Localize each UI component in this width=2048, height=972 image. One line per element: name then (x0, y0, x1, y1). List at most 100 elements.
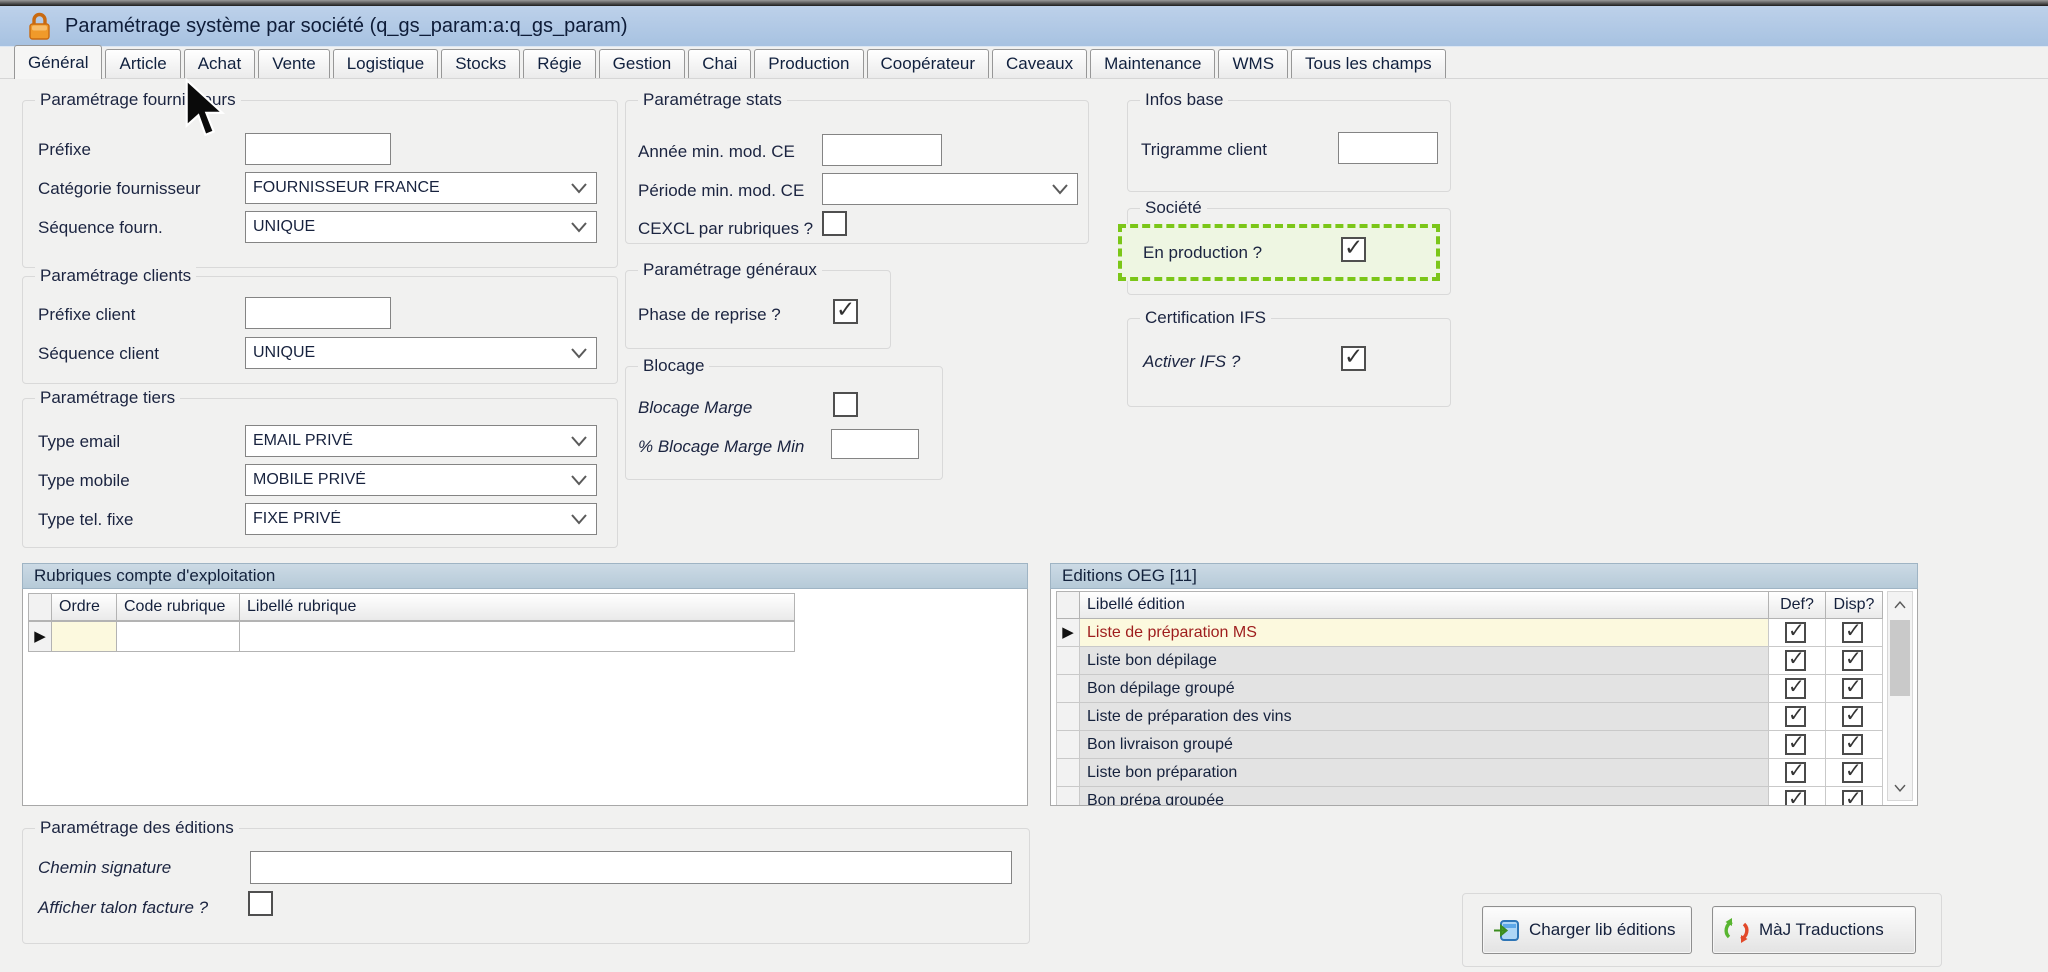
table-row[interactable]: Bon livraison groupé (1057, 731, 1883, 759)
disp-checkbox[interactable] (1842, 734, 1863, 755)
disp-checkbox[interactable] (1842, 706, 1863, 727)
tab-tous-les-champs[interactable]: Tous les champs (1291, 49, 1446, 78)
type-tel-fixe-label: Type tel. fixe (38, 510, 133, 530)
tab-regie[interactable]: Régie (523, 49, 595, 78)
column-header[interactable]: Libellé rubrique (239, 593, 795, 621)
type-mobile-select[interactable]: MOBILE PRIVÉ (245, 464, 597, 496)
vertical-scrollbar[interactable] (1887, 591, 1913, 801)
def-checkbox[interactable] (1785, 706, 1806, 727)
tab-stocks[interactable]: Stocks (441, 49, 520, 78)
def-checkbox[interactable] (1785, 622, 1806, 643)
scrollbar-thumb[interactable] (1890, 620, 1910, 696)
libelle-edition-cell[interactable]: Liste bon préparation (1079, 759, 1769, 787)
blocage-marge-min-input[interactable] (831, 429, 919, 459)
scroll-up-icon[interactable] (1888, 592, 1912, 617)
def-checkbox[interactable] (1785, 790, 1806, 806)
cexcl-checkbox[interactable] (822, 211, 847, 236)
periode-min-select[interactable] (822, 173, 1078, 205)
table-row[interactable]: Bon dépilage groupé (1057, 675, 1883, 703)
prefixe-label: Préfixe (38, 140, 91, 160)
libelle-edition-cell[interactable]: Liste de préparation MS (1079, 619, 1769, 647)
scroll-down-icon[interactable] (1888, 775, 1912, 800)
table-row[interactable]: Liste de préparation des vins (1057, 703, 1883, 731)
column-header[interactable]: Ordre (51, 593, 117, 621)
afficher-talon-checkbox[interactable] (248, 891, 273, 916)
column-header[interactable]: Code rubrique (116, 593, 240, 621)
tab-article[interactable]: Article (105, 49, 180, 78)
def-checkbox[interactable] (1785, 734, 1806, 755)
sequence-client-label: Séquence client (38, 344, 159, 364)
rubriques-panel: Rubriques compte d'exploitation Ordre Co… (22, 563, 1028, 806)
lock-icon (28, 12, 51, 41)
rubriques-table: Ordre Code rubrique Libellé rubrique ▶ (22, 589, 1028, 806)
tab-chai[interactable]: Chai (688, 49, 751, 78)
phase-reprise-checkbox[interactable] (833, 299, 858, 324)
editions-header-row: Libellé édition Def? Disp? (1057, 591, 1883, 619)
tab-logistique[interactable]: Logistique (333, 49, 439, 78)
chevron-down-icon (568, 181, 590, 195)
table-row[interactable]: Liste bon dépilage (1057, 647, 1883, 675)
type-tel-fixe-select[interactable]: FIXE PRIVÉ (245, 503, 597, 535)
trigramme-input[interactable] (1338, 132, 1438, 164)
maj-traductions-button[interactable]: MàJ Traductions (1712, 906, 1916, 954)
blocage-marge-checkbox[interactable] (833, 392, 858, 417)
tab-wms[interactable]: WMS (1218, 49, 1288, 78)
charger-lib-editions-button[interactable]: Charger lib éditions (1482, 906, 1692, 954)
libelle-edition-cell[interactable]: Bon livraison groupé (1079, 731, 1769, 759)
sequence-client-select[interactable]: UNIQUE (245, 337, 597, 369)
translations-refresh-icon (1723, 917, 1750, 944)
disp-checkbox[interactable] (1842, 678, 1863, 699)
def-checkbox[interactable] (1785, 762, 1806, 783)
def-checkbox[interactable] (1785, 650, 1806, 671)
periode-min-label: Période min. mod. CE (638, 181, 804, 201)
group-title: Paramétrage stats (638, 90, 787, 110)
disp-checkbox[interactable] (1842, 790, 1863, 806)
tab-production[interactable]: Production (754, 49, 863, 78)
categorie-fournisseur-select[interactable]: FOURNISSEUR FRANCE (245, 172, 597, 204)
disp-checkbox[interactable] (1842, 650, 1863, 671)
def-checkbox[interactable] (1785, 678, 1806, 699)
libelle-edition-cell[interactable]: Liste bon dépilage (1079, 647, 1769, 675)
code-rubrique-cell[interactable] (116, 621, 240, 652)
libelle-edition-cell[interactable]: Bon dépilage groupé (1079, 675, 1769, 703)
tab-gestion[interactable]: Gestion (599, 49, 686, 78)
prefixe-client-input[interactable] (245, 297, 391, 329)
editions-panel-title: Editions OEG [11] (1062, 566, 1197, 586)
prefixe-input[interactable] (245, 133, 391, 165)
tab-caveaux[interactable]: Caveaux (992, 49, 1087, 78)
libelle-edition-cell[interactable]: Bon prépa groupée (1079, 787, 1769, 806)
blocage-marge-min-label: % Blocage Marge Min (638, 437, 804, 457)
libelle-edition-cell[interactable]: Liste de préparation des vins (1079, 703, 1769, 731)
disp-checkbox[interactable] (1842, 622, 1863, 643)
ordre-cell[interactable] (51, 621, 117, 652)
table-row[interactable]: Liste bon préparation (1057, 759, 1883, 787)
table-row[interactable]: ▶ Liste de préparation MS (1057, 619, 1883, 647)
table-row[interactable]: ▶ (29, 621, 795, 652)
tab-general[interactable]: Général (14, 45, 102, 79)
chevron-down-icon (568, 220, 590, 234)
sequence-fourn-label: Séquence fourn. (38, 218, 163, 238)
column-header[interactable]: Disp? (1825, 591, 1883, 619)
button-label: MàJ Traductions (1759, 920, 1884, 940)
tab-maintenance[interactable]: Maintenance (1090, 49, 1215, 78)
group-title: Blocage (638, 356, 709, 376)
annee-min-input[interactable] (822, 134, 942, 166)
tab-cooperateur[interactable]: Coopérateur (867, 49, 990, 78)
chevron-down-icon (1049, 182, 1071, 196)
en-production-checkbox[interactable] (1341, 237, 1366, 262)
column-header[interactable]: Libellé édition (1079, 591, 1769, 619)
tab-achat[interactable]: Achat (184, 49, 255, 78)
sequence-fourn-select[interactable]: UNIQUE (245, 211, 597, 243)
phase-reprise-label: Phase de reprise ? (638, 305, 781, 325)
column-header[interactable]: Def? (1768, 591, 1826, 619)
activer-ifs-checkbox[interactable] (1341, 346, 1366, 371)
disp-checkbox[interactable] (1842, 762, 1863, 783)
chemin-signature-input[interactable] (250, 851, 1012, 884)
table-row[interactable]: Bon prépa groupée (1057, 787, 1883, 806)
activer-ifs-label: Activer IFS ? (1143, 352, 1240, 372)
libelle-rubrique-cell[interactable] (239, 621, 795, 652)
type-email-select[interactable]: EMAIL PRIVÉ (245, 425, 597, 457)
tab-vente[interactable]: Vente (258, 49, 330, 78)
button-label: Charger lib éditions (1529, 920, 1675, 940)
group-title: Société (1140, 198, 1207, 218)
